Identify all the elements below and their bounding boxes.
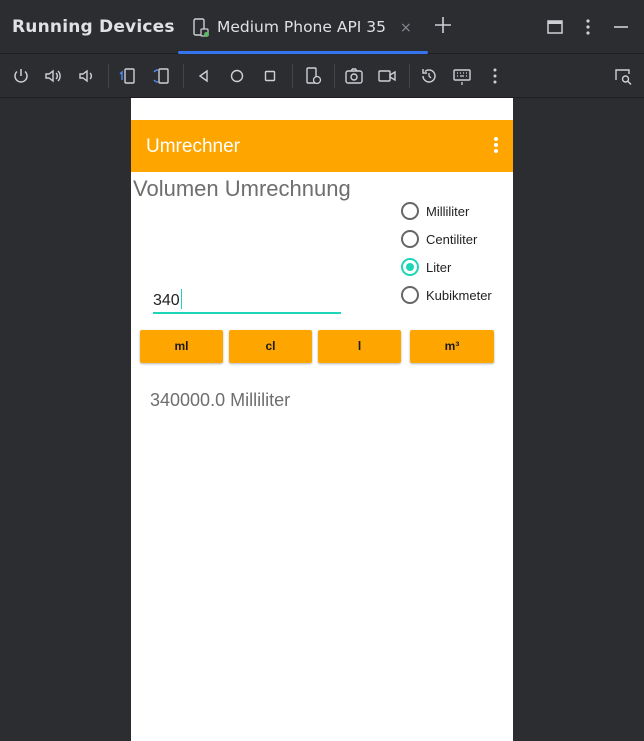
radio-button-icon: [401, 202, 419, 220]
radio-button-icon: [401, 286, 419, 304]
emulator-screen[interactable]: Umrechner Volumen Umrechnung Milliliter …: [131, 98, 513, 741]
screen-record-icon[interactable]: [377, 66, 397, 86]
volume-down-icon[interactable]: [76, 66, 96, 86]
input-value: 340: [153, 292, 180, 309]
more-icon[interactable]: [485, 66, 505, 86]
toolbar-separator: [108, 64, 109, 88]
radio-label: Liter: [426, 260, 452, 275]
l-button[interactable]: l: [318, 330, 401, 363]
radio-milliliter[interactable]: Milliliter: [401, 200, 511, 222]
maximize-icon[interactable]: [546, 18, 564, 36]
toolbar-separator: [334, 64, 335, 88]
running-devices-header: Running Devices Medium Phone API 35 ×: [0, 0, 644, 54]
toolbar-separator: [409, 64, 410, 88]
radio-centiliter[interactable]: Centiliter: [401, 228, 511, 250]
overflow-menu-icon[interactable]: [493, 137, 499, 155]
radio-label: Milliliter: [426, 204, 470, 219]
toolbar-separator: [292, 64, 293, 88]
radio-button-checked-icon: [401, 258, 419, 276]
keyboard-icon[interactable]: [452, 66, 472, 86]
device-settings-icon[interactable]: [303, 66, 323, 86]
home-icon[interactable]: [227, 66, 247, 86]
page-heading: Volumen Umrechnung: [133, 176, 351, 201]
screenshot-icon[interactable]: [344, 66, 364, 86]
panel-title: Running Devices: [12, 17, 175, 37]
overview-icon[interactable]: [260, 66, 280, 86]
text-caret: [180, 289, 182, 309]
toolbar-separator: [183, 64, 184, 88]
app-toolbar: Umrechner: [131, 120, 513, 172]
options-icon[interactable]: [579, 18, 597, 36]
radio-liter[interactable]: Liter: [401, 256, 511, 278]
emulator-toolbar: [0, 54, 644, 98]
cl-button[interactable]: cl: [229, 330, 312, 363]
tab-medium-phone[interactable]: Medium Phone API 35 ×: [178, 0, 428, 54]
device-icon: [192, 18, 210, 38]
back-icon[interactable]: [194, 66, 214, 86]
power-icon[interactable]: [11, 66, 31, 86]
radio-label: Centiliter: [426, 232, 478, 247]
m3-button[interactable]: m³: [410, 330, 494, 363]
tab-label: Medium Phone API 35: [217, 18, 387, 36]
tab-close-icon[interactable]: ×: [400, 20, 412, 36]
result-text: 340000.0 Milliliter: [150, 390, 291, 410]
radio-kubikmeter[interactable]: Kubikmeter: [401, 284, 511, 306]
reset-icon[interactable]: [419, 66, 439, 86]
rotate-right-icon[interactable]: [151, 66, 171, 86]
ml-button[interactable]: ml: [140, 330, 223, 363]
radio-button-icon: [401, 230, 419, 248]
radio-label: Kubikmeter: [426, 288, 492, 303]
minimize-icon[interactable]: [612, 18, 630, 36]
device-mirror-icon[interactable]: [613, 66, 633, 86]
volume-up-icon[interactable]: [43, 66, 63, 86]
add-tab-icon[interactable]: [433, 15, 453, 35]
app-title: Umrechner: [146, 136, 240, 157]
value-input[interactable]: 340: [153, 286, 341, 314]
rotate-left-icon[interactable]: [118, 66, 138, 86]
